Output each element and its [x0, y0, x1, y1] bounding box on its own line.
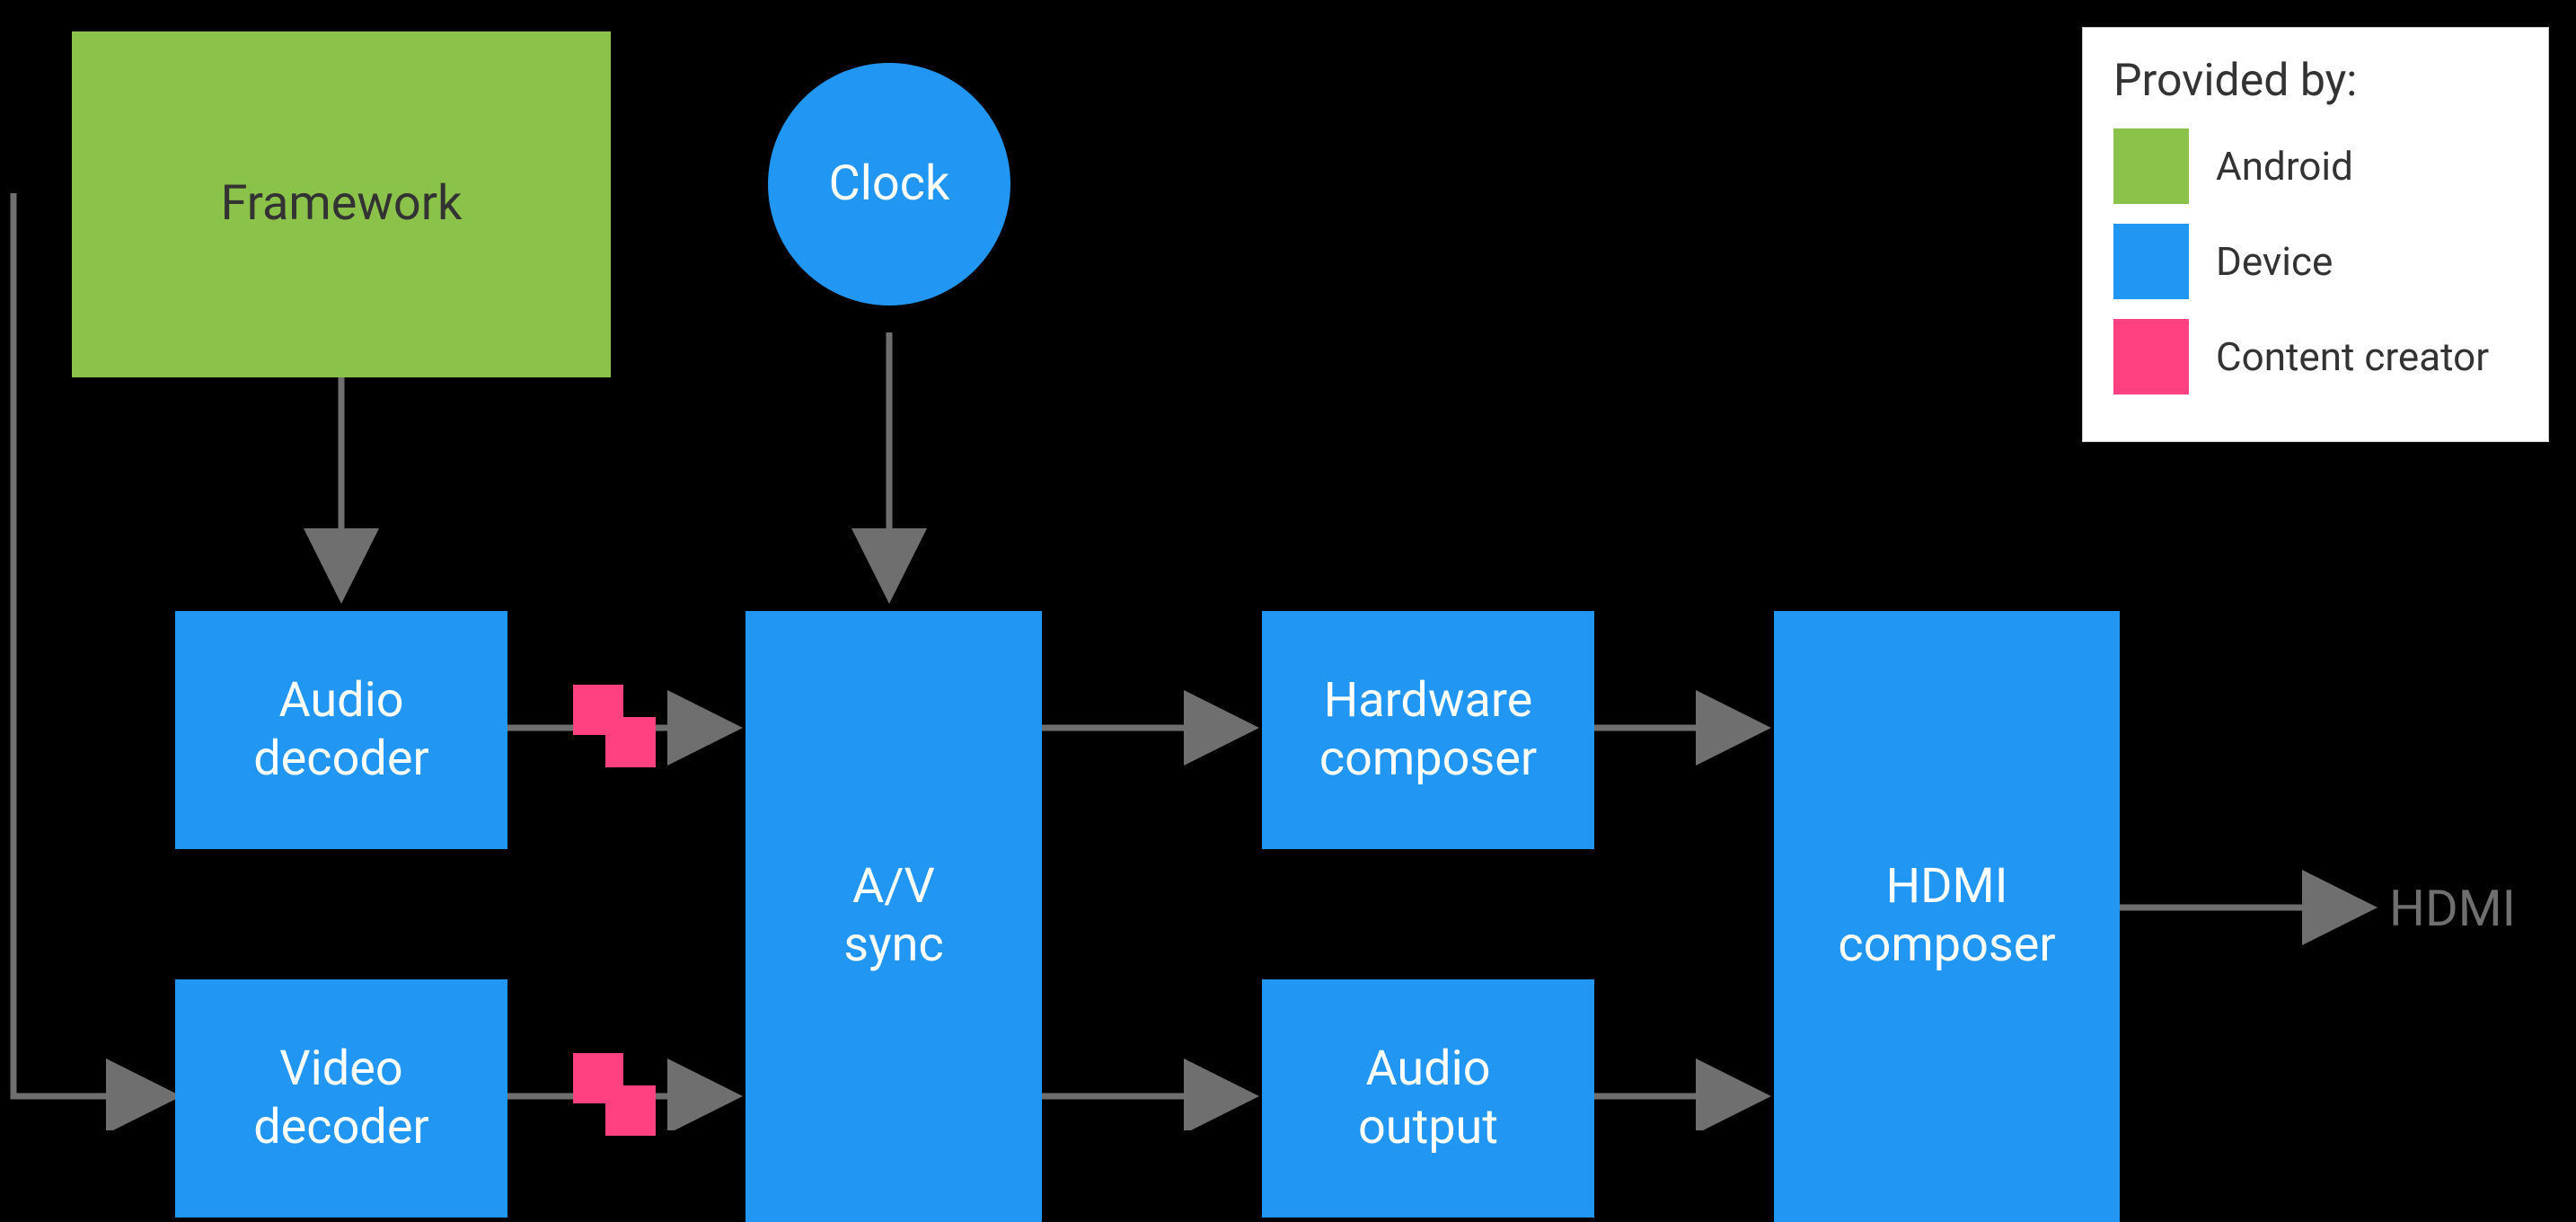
content-creator-marker	[605, 717, 656, 767]
node-framework: Framework	[72, 31, 611, 377]
node-audio-output-label: Audio output	[1358, 1040, 1498, 1157]
legend-swatch-content-creator	[2113, 319, 2189, 394]
legend-item-device: Device	[2113, 224, 2512, 299]
content-creator-marker	[605, 1085, 656, 1136]
node-hdmi-composer-label: HDMI composer	[1838, 858, 2055, 975]
legend-label: Android	[2216, 143, 2353, 190]
legend-label: Device	[2216, 238, 2333, 285]
node-hw-composer-label: Hardware composer	[1319, 672, 1537, 789]
node-video-decoder: Video decoder	[175, 979, 507, 1218]
node-audio-output: Audio output	[1262, 979, 1594, 1218]
legend-item-content-creator: Content creator	[2113, 319, 2512, 394]
node-av-sync: A/V sync	[745, 611, 1042, 1222]
legend-title: Provided by:	[2113, 55, 2512, 107]
legend-item-android: Android	[2113, 128, 2512, 204]
legend-swatch-device	[2113, 224, 2189, 299]
output-label: HDMI	[2389, 879, 2516, 938]
node-audio-decoder-label: Audio decoder	[253, 672, 429, 789]
node-audio-decoder: Audio decoder	[175, 611, 507, 849]
node-clock-label: Clock	[829, 155, 950, 214]
node-framework-label: Framework	[221, 175, 463, 234]
node-video-decoder-label: Video decoder	[253, 1040, 429, 1157]
legend-label: Content creator	[2216, 333, 2489, 380]
legend-swatch-android	[2113, 128, 2189, 204]
node-hdmi-composer: HDMI composer	[1774, 611, 2120, 1222]
node-clock: Clock	[768, 63, 1010, 306]
diagram-canvas: Framework Clock Audio decoder Video deco…	[0, 0, 2576, 1130]
node-hw-composer: Hardware composer	[1262, 611, 1594, 849]
legend: Provided by: Android Device Content crea…	[2082, 27, 2549, 442]
node-av-sync-label: A/V sync	[843, 858, 944, 975]
